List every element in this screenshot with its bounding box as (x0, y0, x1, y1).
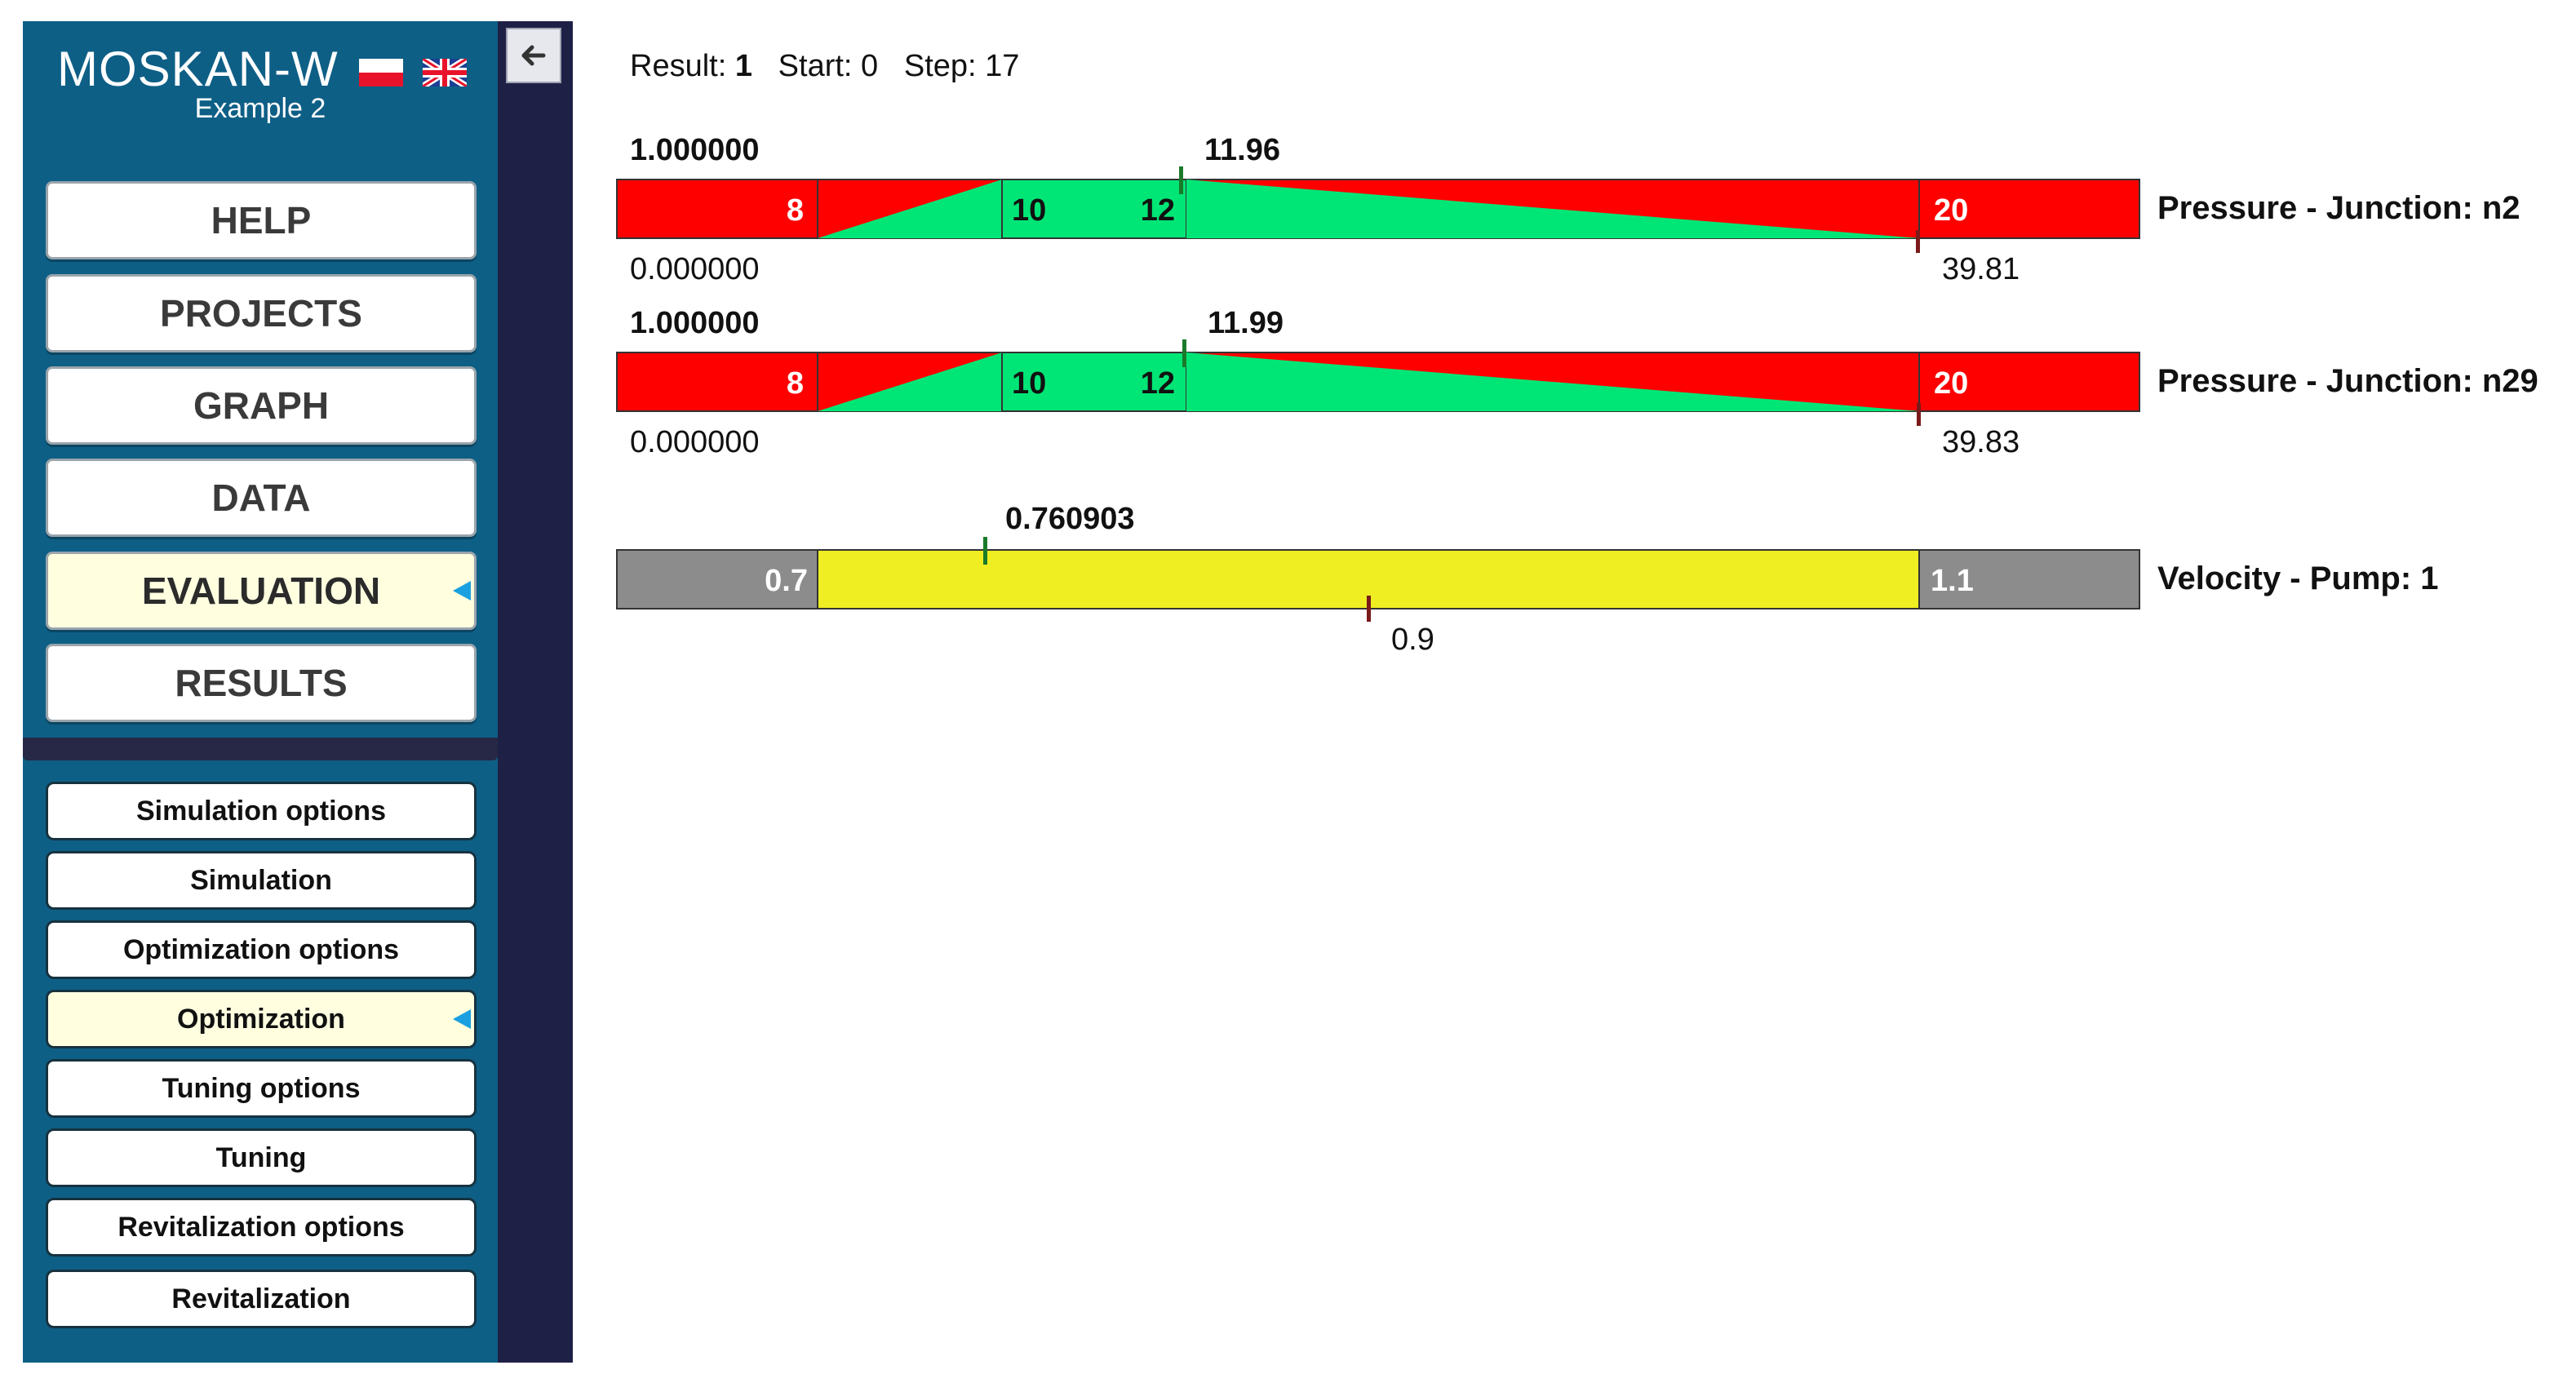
row1-series-name: Pressure - Junction: n2 (2157, 190, 2521, 226)
row1-mark-tick (1916, 230, 1920, 253)
row2-upper-limit-label: 20 (1934, 366, 1968, 401)
pressure-row-n2: 8 10 12 20 1.000000 0.000000 11.96 39.81… (616, 133, 2521, 286)
evaluation-chart: 8 10 12 20 1.000000 0.000000 11.96 39.81… (616, 133, 2538, 657)
row2-max-label: 1.000000 (630, 306, 760, 340)
row2-upper-opt-label: 12 (1141, 366, 1175, 401)
row3-series-name: Velocity - Pump: 1 (2157, 561, 2439, 596)
row1-upper-limit-label: 20 (1934, 193, 1968, 228)
row3-mark-tick (1367, 596, 1371, 622)
row1-upper-opt-label: 12 (1141, 193, 1175, 228)
row2-lower-opt-label: 10 (1012, 366, 1046, 401)
row1-lower-opt-label: 10 (1012, 193, 1046, 228)
row3-value-tick (983, 537, 987, 565)
row2-mark-tick (1917, 403, 1921, 426)
row3-upper-limit-label: 1.1 (1931, 564, 1974, 598)
row1-lower-limit-label: 8 (787, 193, 804, 228)
row3-mark-label: 0.9 (1391, 623, 1434, 657)
row3-lower-limit-label: 0.7 (765, 564, 808, 598)
row2-value-tick (1182, 339, 1186, 367)
row2-min-label: 0.000000 (630, 425, 760, 459)
row2-lower-limit-label: 8 (787, 366, 804, 401)
row2-mark-label: 39.83 (1942, 425, 2020, 459)
row1-min-label: 0.000000 (630, 252, 760, 286)
row1-value-tick (1179, 166, 1183, 194)
row2-series-name: Pressure - Junction: n29 (2157, 363, 2538, 399)
row1-mark-label: 39.81 (1942, 252, 2020, 286)
row1-max-label: 1.000000 (630, 133, 760, 167)
row1-value-label: 11.96 (1204, 133, 1280, 167)
pressure-row-n29: 8 10 12 20 1.000000 0.000000 11.99 39.83… (616, 306, 2538, 459)
velocity-row-pump: 0.7 1.1 0.760903 0.9 Velocity - Pump: 1 (616, 502, 2439, 657)
row2-value-label: 11.99 (1208, 306, 1284, 340)
row3-value-label: 0.760903 (1005, 502, 1135, 536)
